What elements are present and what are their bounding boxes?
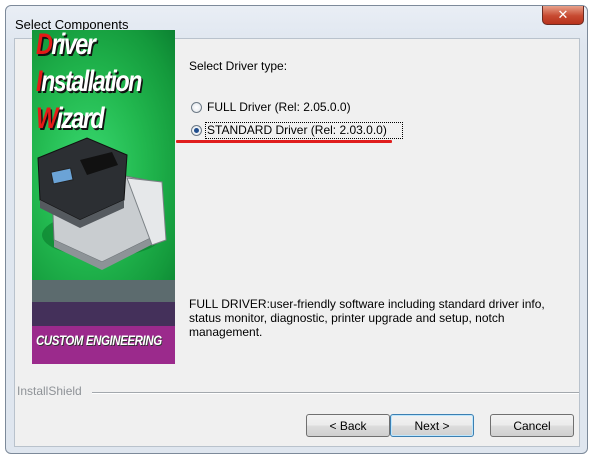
cancel-button-label: Cancel [513, 418, 551, 433]
installshield-divider [92, 392, 579, 394]
dialog-window: Select Components ✕ Driver Installation … [5, 5, 588, 454]
next-button-label: Next > [414, 418, 450, 433]
brand-logo: CUSTOM ENGINEERING [36, 332, 162, 348]
dialog-client-area: Driver Installation Wizard CUSTOM ENGINE… [14, 30, 580, 447]
radio-label-standard[interactable]: STANDARD Driver (Rel: 2.03.0.0) [207, 123, 387, 137]
highlight-underline [176, 140, 392, 143]
cancel-button[interactable]: Cancel [490, 414, 574, 437]
radio-button-full[interactable] [191, 102, 202, 113]
close-icon: ✕ [557, 7, 569, 23]
next-button[interactable]: Next > [390, 414, 474, 437]
close-button[interactable]: ✕ [542, 6, 584, 25]
radio-button-standard[interactable] [191, 125, 202, 136]
radio-label-full[interactable]: FULL Driver (Rel: 2.05.0.0) [207, 100, 351, 114]
printer-illustration [37, 137, 167, 270]
installshield-label: InstallShield [17, 384, 82, 398]
back-button-label: < Back [329, 418, 367, 433]
driver-description: FULL DRIVER:user-friendly software inclu… [189, 297, 545, 339]
wizard-banner-image: Driver Installation Wizard CUSTOM ENGINE… [32, 30, 175, 364]
back-button[interactable]: < Back [306, 414, 390, 437]
driver-type-prompt: Select Driver type: [189, 59, 288, 73]
